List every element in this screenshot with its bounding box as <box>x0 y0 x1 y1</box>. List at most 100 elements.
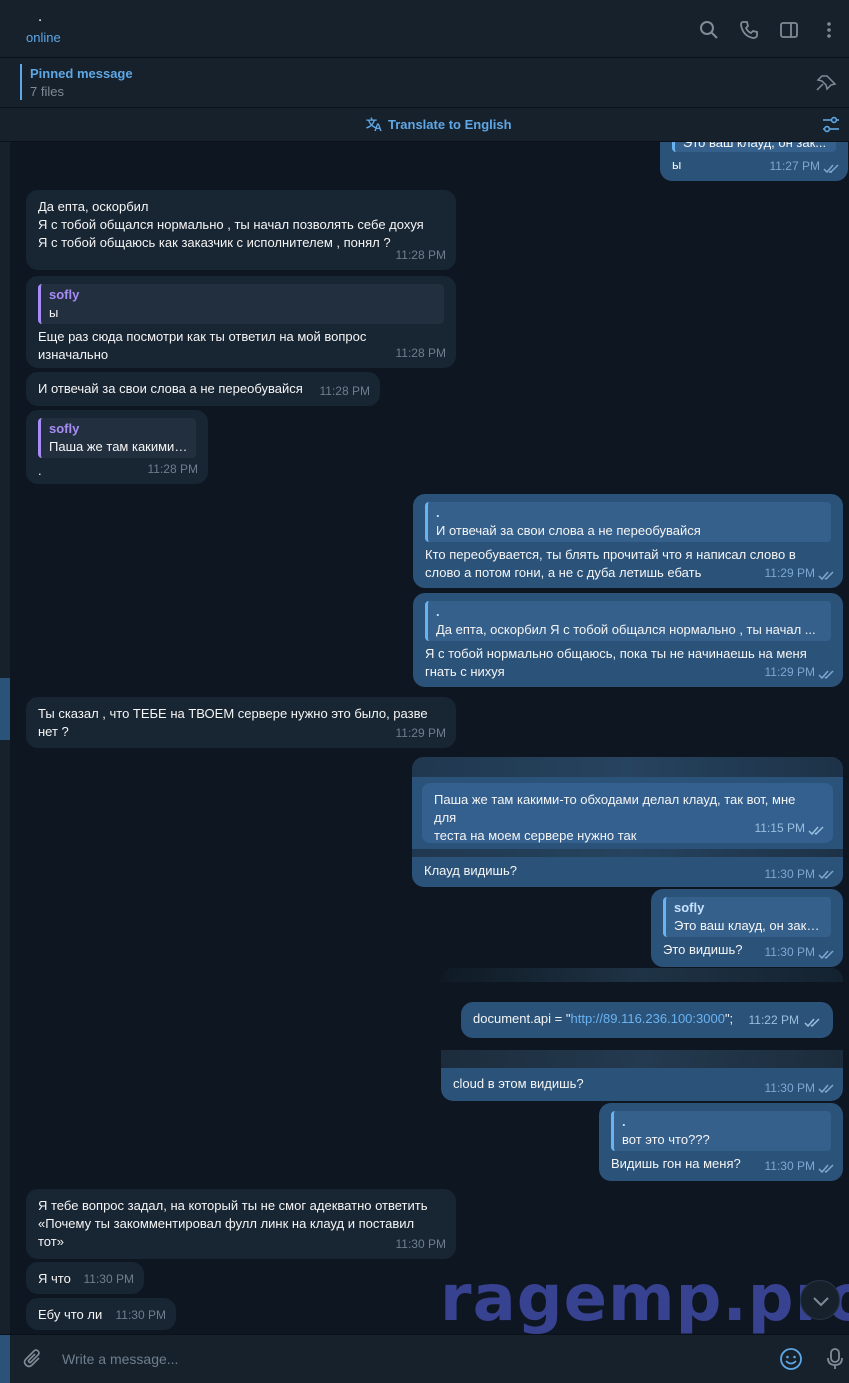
screenshot-strip <box>441 968 843 982</box>
watermark: ragemp.pro <box>440 1262 849 1336</box>
screenshot-time: 11:15 PM <box>754 821 805 835</box>
pinned-message-bar[interactable]: Pinned message 7 files <box>0 58 849 108</box>
search-icon[interactable] <box>699 20 719 40</box>
translate-button[interactable]: 文A Translate to English <box>366 116 512 132</box>
message-in[interactable]: Я что 11:30 PM <box>26 1262 144 1294</box>
message-composer <box>0 1334 849 1383</box>
more-icon[interactable] <box>819 20 839 40</box>
message-time: 11:30 PM <box>764 867 815 881</box>
pinned-title: Pinned message <box>30 66 133 81</box>
code-bubble: document.api = "http://89.116.236.100:30… <box>461 1002 833 1038</box>
chat-title-area[interactable]: . online <box>26 8 61 45</box>
chat-status: online <box>26 30 61 45</box>
message-time: 11:29 PM <box>764 566 815 580</box>
chat-header: . online <box>0 0 849 58</box>
unpin-icon[interactable] <box>815 74 837 92</box>
reply-quote[interactable]: sofly Это ваш клауд, он зако... <box>663 897 831 937</box>
message-time: 11:27 PM <box>769 159 820 173</box>
reply-quote[interactable]: Это ваш клауд, он зак... <box>672 142 836 152</box>
double-check-icon <box>818 670 834 680</box>
quote-text: вот это что??? <box>622 1132 710 1147</box>
code-text: "; <box>724 1011 734 1026</box>
quote-author: . <box>436 604 440 619</box>
message-list[interactable]: Это ваш клауд, он зак... ы 11:27 PM Да е… <box>10 142 849 1334</box>
chevron-down-icon <box>813 1297 829 1307</box>
message-out[interactable]: . вот это что??? Видишь гон на меня? 11:… <box>599 1103 843 1181</box>
quote-text: Да епта, оскорбил Я с тобой общался норм… <box>436 622 816 637</box>
message-input[interactable] <box>62 1350 742 1368</box>
code-text: document.api = " <box>473 1011 571 1026</box>
chat-list-edge <box>0 142 10 1334</box>
message-time: 11:28 PM <box>147 462 198 476</box>
message-out[interactable]: Это ваш клауд, он зак... ы 11:27 PM <box>660 142 848 181</box>
reply-quote[interactable]: sofly ы <box>38 284 444 324</box>
message-in[interactable]: И отвечай за свои слова а не переобувайс… <box>26 372 380 406</box>
translate-icon: 文A <box>366 116 382 132</box>
svg-text:A: A <box>374 122 382 132</box>
reply-quote[interactable]: . И отвечай за свои слова а не переобува… <box>425 502 831 542</box>
double-check-icon <box>818 870 834 880</box>
message-in[interactable]: Я тебе вопрос задал, на который ты не см… <box>26 1189 456 1259</box>
pinned-subtitle: 7 files <box>30 84 64 99</box>
message-in[interactable]: Ты сказал , что ТЕБЕ на ТВОЕМ сервере ну… <box>26 697 456 748</box>
mic-icon[interactable] <box>824 1347 846 1371</box>
message-text: И отвечай за свои слова а не переобувайс… <box>38 381 303 396</box>
double-check-icon <box>818 950 834 960</box>
reply-quote[interactable]: . вот это что??? <box>611 1111 831 1151</box>
double-check-icon <box>823 164 839 174</box>
phone-icon[interactable] <box>739 20 759 40</box>
emoji-icon[interactable] <box>779 1347 803 1371</box>
message-text: Клауд видишь? <box>424 863 517 878</box>
message-in[interactable]: Ебу что ли 11:30 PM <box>26 1298 176 1330</box>
message-time: 11:30 PM <box>395 1237 446 1251</box>
message-text: cloud в этом видишь? <box>453 1076 584 1091</box>
screenshot-strip <box>412 757 843 777</box>
message-text: Я тебе вопрос задал, на который ты не см… <box>38 1198 428 1249</box>
image-message[interactable]: document.api = "http://89.116.236.100:30… <box>441 968 843 1101</box>
screenshot-time: 11:22 PM <box>748 1013 799 1027</box>
message-time: 11:30 PM <box>115 1308 166 1322</box>
sidebar-toggle-icon[interactable] <box>779 20 799 40</box>
settings-icon[interactable] <box>821 116 841 134</box>
pinned-indicator <box>20 64 22 100</box>
chat-name[interactable]: . <box>26 8 61 28</box>
message-time: 11:28 PM <box>319 384 370 398</box>
translate-label: Translate to English <box>388 116 512 132</box>
reply-quote[interactable]: sofly Паша же там какими-... <box>38 418 196 458</box>
quote-author: sofly <box>49 287 80 302</box>
screenshot-strip <box>441 1050 843 1068</box>
double-check-icon <box>804 1018 820 1028</box>
message-time: 11:30 PM <box>83 1272 134 1286</box>
message-out[interactable]: . И отвечай за свои слова а не переобува… <box>413 494 843 588</box>
double-check-icon <box>808 826 824 836</box>
scroll-to-bottom-button[interactable] <box>800 1280 840 1320</box>
message-text: Еще раз сюда посмотри как ты ответил на … <box>38 329 367 362</box>
message-text: Ты сказал , что ТЕБЕ на ТВОЕМ сервере ну… <box>38 706 428 739</box>
message-in[interactable]: sofly ы Еще раз сюда посмотри как ты отв… <box>26 276 456 368</box>
message-in[interactable]: Да епта, оскорбил Я с тобой общался норм… <box>26 190 456 270</box>
message-time: 11:29 PM <box>764 665 815 679</box>
active-chat-marker <box>0 678 10 740</box>
double-check-icon <box>818 571 834 581</box>
message-time: 11:30 PM <box>764 1159 815 1173</box>
message-time: 11:29 PM <box>395 726 446 740</box>
code-link[interactable]: http://89.116.236.100:3000 <box>570 1011 724 1026</box>
quote-text: И отвечай за свои слова а не переобувайс… <box>436 523 701 538</box>
quote-author: sofly <box>674 900 705 915</box>
message-text: Да епта, оскорбил Я с тобой общался норм… <box>38 199 424 250</box>
quote-author: . <box>436 505 440 520</box>
reply-quote[interactable]: . Да епта, оскорбил Я с тобой общался но… <box>425 601 831 641</box>
quote-text: Это ваш клауд, он зак... <box>683 142 827 150</box>
message-out[interactable]: . Да епта, оскорбил Я с тобой общался но… <box>413 593 843 687</box>
message-in[interactable]: sofly Паша же там какими-... . 11:28 PM <box>26 410 208 484</box>
screenshot-bubble: Паша же там какими-то обходами делал кла… <box>422 783 833 843</box>
composer-edge <box>0 1335 10 1383</box>
image-message[interactable]: Паша же там какими-то обходами делал кла… <box>412 757 843 887</box>
attach-icon[interactable] <box>22 1348 44 1370</box>
message-time: 11:30 PM <box>764 1081 815 1095</box>
message-time: 11:28 PM <box>395 248 446 262</box>
screenshot-strip <box>412 849 843 857</box>
message-out[interactable]: sofly Это ваш клауд, он зако... Это види… <box>651 889 843 967</box>
translate-bar: 文A Translate to English <box>0 108 849 142</box>
quote-text: Паша же там какими-... <box>49 439 188 454</box>
